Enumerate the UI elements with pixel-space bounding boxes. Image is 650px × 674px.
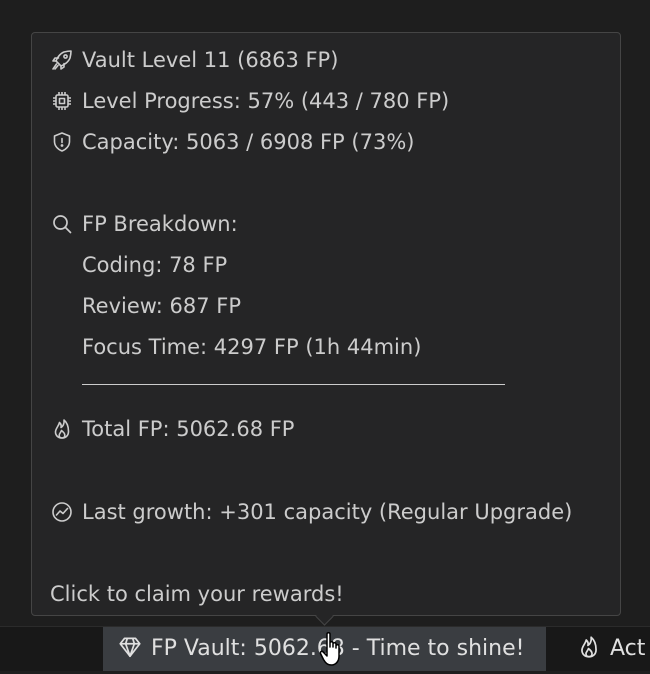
diamond-icon [117, 634, 143, 660]
flame-icon [50, 417, 74, 441]
total-line: Total FP: 5062.68 FP [50, 414, 294, 444]
flame-icon [576, 634, 602, 660]
breakdown-title-line: FP Breakdown: [50, 209, 238, 239]
claim-rewards-link[interactable]: Click to claim your rewards! [50, 579, 344, 609]
last-growth-text: Last growth: +301 capacity (Regular Upgr… [82, 500, 573, 524]
separator-line [82, 384, 505, 385]
total-text: Total FP: 5062.68 FP [82, 417, 295, 441]
trend-icon [50, 500, 74, 524]
breakdown-item: Coding: 78 FP [82, 253, 228, 277]
capacity-text: Capacity: 5063 / 6908 FP (73%) [82, 130, 415, 154]
rocket-icon [50, 48, 74, 72]
fp-vault-tooltip: Vault Level 11 (6863 FP) Level Progress:… [31, 32, 621, 616]
chip-icon [50, 89, 74, 113]
activity-status-text: Act [610, 636, 646, 661]
shield-icon [50, 130, 74, 154]
search-icon [50, 212, 74, 236]
vault-level-line: Vault Level 11 (6863 FP) [50, 45, 338, 75]
last-growth-line: Last growth: +301 capacity (Regular Upgr… [50, 497, 572, 527]
breakdown-title-text: FP Breakdown: [82, 212, 238, 236]
capacity-line: Capacity: 5063 / 6908 FP (73%) [50, 127, 414, 157]
activity-status-item[interactable]: Act [576, 627, 645, 671]
breakdown-item: Review: 687 FP [82, 294, 242, 318]
level-progress-line: Level Progress: 57% (443 / 780 FP) [50, 86, 449, 116]
hand-pointer-cursor-icon [318, 630, 350, 670]
vault-level-text: Vault Level 11 (6863 FP) [82, 48, 339, 72]
breakdown-item: Focus Time: 4297 FP (1h 44min) [82, 335, 422, 359]
level-progress-text: Level Progress: 57% (443 / 780 FP) [82, 89, 450, 113]
